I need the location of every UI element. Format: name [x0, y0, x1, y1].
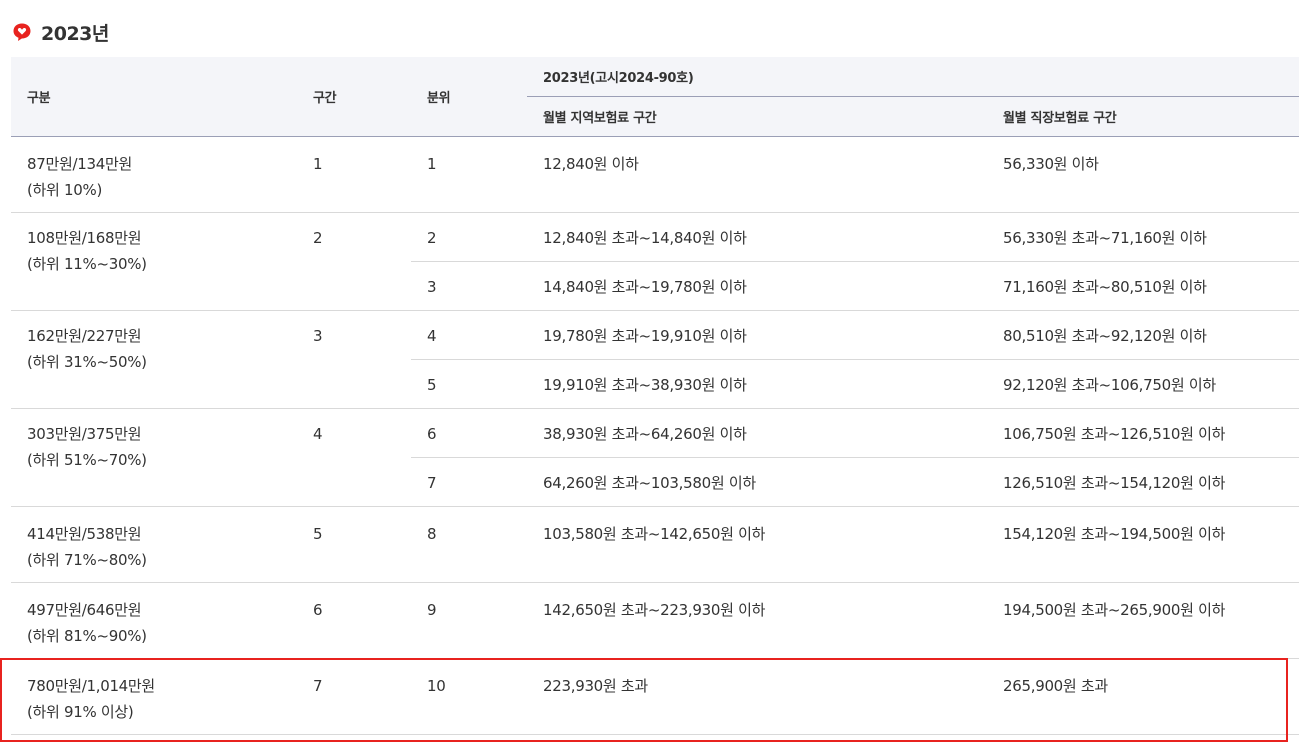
table-row: 108만원/168만원 (하위 11%~30%) 2 2 12,840원 초과~1… [11, 212, 1299, 311]
header-regional-premium: 월별 지역보험료 구간 [527, 96, 987, 137]
workplace-cell: 126,510원 초과~154,120원 이하 [987, 457, 1299, 507]
table-row: 414만원/538만원 (하위 71%~80%) 5 8 103,580원 초과~… [11, 506, 1299, 583]
section-cell: 4 [297, 408, 411, 507]
workplace-cell: 265,900원 초과 [987, 658, 1299, 735]
workplace-cell: 106,750원 초과~126,510원 이하 [987, 408, 1299, 458]
section-cell: 3 [297, 310, 411, 409]
category-cell: 414만원/538만원 (하위 71%~80%) [11, 506, 297, 583]
decile-cell: 1 [411, 136, 527, 213]
regional-cell: 38,930원 초과~64,260원 이하 [527, 408, 987, 458]
decile-cell: 3 [411, 261, 527, 311]
regional-cell: 12,840원 이하 [527, 136, 987, 213]
header-section: 구간 [297, 57, 411, 137]
section-cell: 5 [297, 506, 411, 583]
decile-cell: 8 [411, 506, 527, 583]
decile-cell: 5 [411, 359, 527, 409]
page-title: 2023년 [41, 22, 109, 45]
header-group-2023: 2023년(고시2024-90호) [527, 57, 1299, 97]
workplace-cell: 194,500원 초과~265,900원 이하 [987, 582, 1299, 659]
regional-cell: 142,650원 초과~223,930원 이하 [527, 582, 987, 659]
table-row: 87만원/134만원 (하위 10%) 1 1 12,840원 이하 56,330… [11, 136, 1299, 213]
section-cell: 2 [297, 212, 411, 311]
header-decile: 분위 [411, 57, 527, 137]
regional-cell: 12,840원 초과~14,840원 이하 [527, 212, 987, 262]
regional-cell: 223,930원 초과 [527, 658, 987, 735]
regional-cell: 19,780원 초과~19,910원 이하 [527, 310, 987, 360]
workplace-cell: 154,120원 초과~194,500원 이하 [987, 506, 1299, 583]
section-heading: 2023년 [12, 18, 109, 46]
header-category: 구분 [11, 57, 297, 137]
header-workplace-premium: 월별 직장보험료 구간 [987, 96, 1299, 137]
category-cell: 108만원/168만원 (하위 11%~30%) [11, 212, 297, 311]
workplace-cell: 92,120원 초과~106,750원 이하 [987, 359, 1299, 409]
regional-cell: 14,840원 초과~19,780원 이하 [527, 261, 987, 311]
regional-cell: 19,910원 초과~38,930원 이하 [527, 359, 987, 409]
decile-cell: 4 [411, 310, 527, 360]
category-cell: 87만원/134만원 (하위 10%) [11, 136, 297, 213]
category-cell: 497만원/646만원 (하위 81%~90%) [11, 582, 297, 659]
workplace-cell: 80,510원 초과~92,120원 이하 [987, 310, 1299, 360]
category-cell: 162만원/227만원 (하위 31%~50%) [11, 310, 297, 409]
section-cell: 6 [297, 582, 411, 659]
decile-cell: 2 [411, 212, 527, 262]
section-cell: 1 [297, 136, 411, 213]
regional-cell: 103,580원 초과~142,650원 이하 [527, 506, 987, 583]
workplace-cell: 56,330원 이하 [987, 136, 1299, 213]
table-row-highlighted: 780만원/1,014만원 (하위 91% 이상) 7 10 223,930원 초… [11, 658, 1299, 735]
section-cell: 7 [297, 658, 411, 735]
decile-cell: 7 [411, 457, 527, 507]
regional-cell: 64,260원 초과~103,580원 이하 [527, 457, 987, 507]
heart-speech-bubble-icon [12, 22, 32, 42]
premium-table: 구분 구간 분위 2023년(고시2024-90호) 월별 지역보험료 구간 월… [11, 57, 1299, 735]
table-row: 303만원/375만원 (하위 51%~70%) 4 6 38,930원 초과~6… [11, 408, 1299, 507]
workplace-cell: 71,160원 초과~80,510원 이하 [987, 261, 1299, 311]
table-row: 162만원/227만원 (하위 31%~50%) 3 4 19,780원 초과~1… [11, 310, 1299, 409]
category-cell: 780만원/1,014만원 (하위 91% 이상) [11, 658, 297, 735]
category-cell: 303만원/375만원 (하위 51%~70%) [11, 408, 297, 507]
table-row: 497만원/646만원 (하위 81%~90%) 6 9 142,650원 초과~… [11, 582, 1299, 659]
workplace-cell: 56,330원 초과~71,160원 이하 [987, 212, 1299, 262]
decile-cell: 6 [411, 408, 527, 458]
decile-cell: 10 [411, 658, 527, 735]
decile-cell: 9 [411, 582, 527, 659]
